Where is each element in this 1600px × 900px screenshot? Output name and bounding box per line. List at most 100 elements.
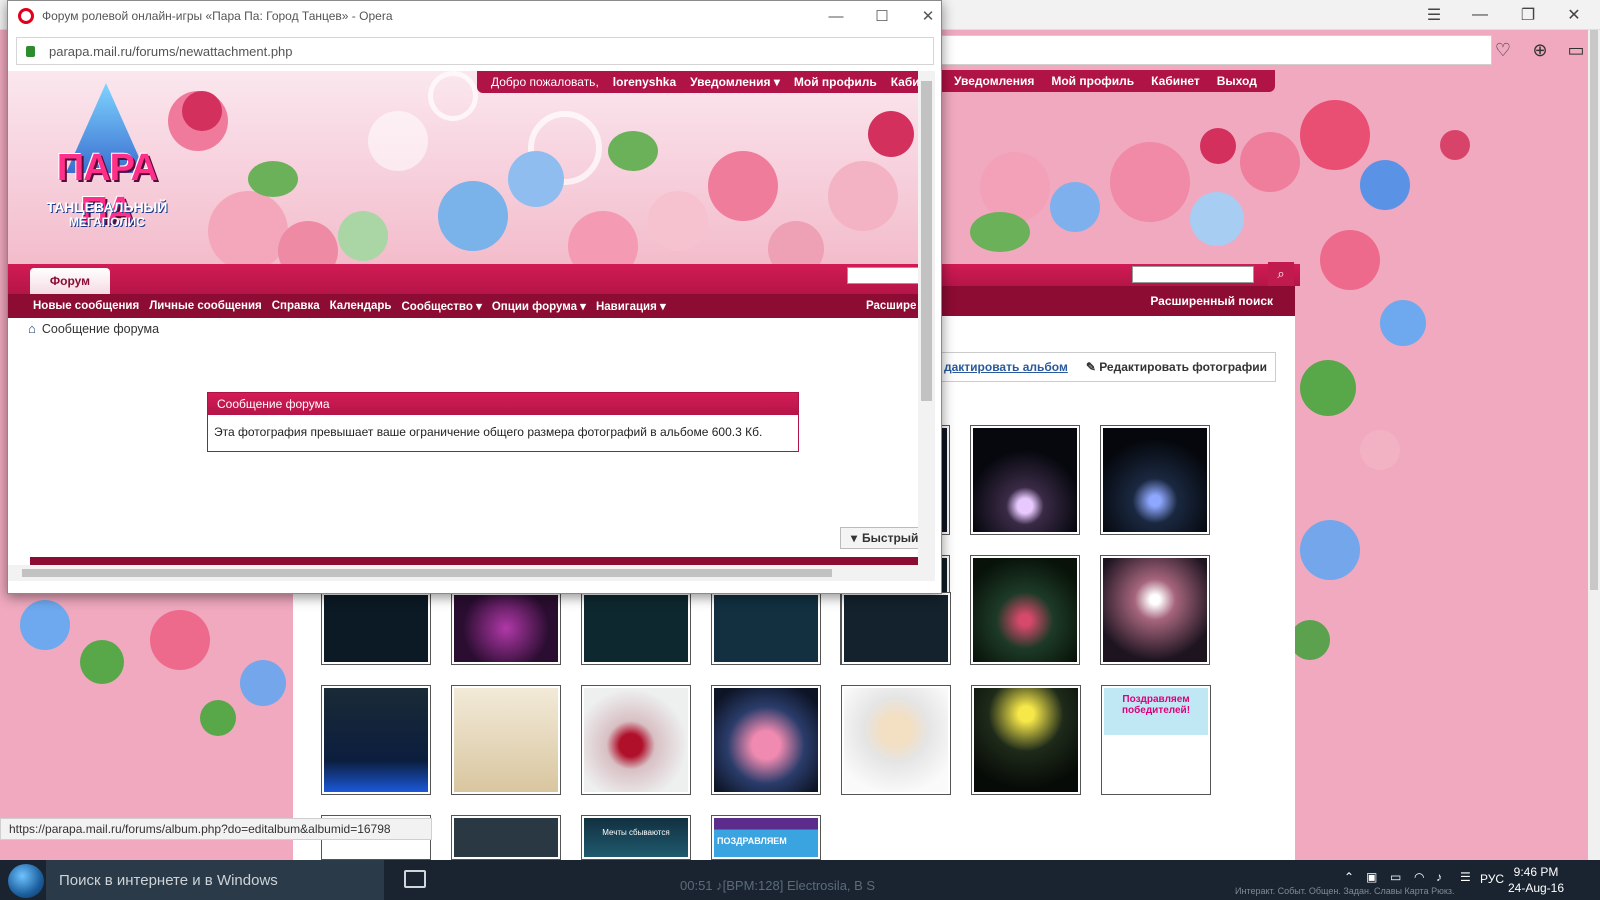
window-title: Форум ролевой онлайн-игры «Пара Па: Горо… <box>42 9 393 23</box>
task-view-icon[interactable] <box>404 870 426 888</box>
nav-community[interactable]: Сообщество ▾ <box>401 299 481 313</box>
photo-thumbnail[interactable] <box>1100 555 1210 665</box>
profile-link[interactable]: Мой профиль <box>794 75 877 89</box>
username-link[interactable]: lorenyshka <box>613 75 676 89</box>
battery-icon[interactable]: ▭ <box>1390 870 1401 884</box>
message-text: Эта фотография превышает ваше ограничени… <box>214 425 763 439</box>
nav-navigation-label: Навигация <box>595 301 657 313</box>
folder-icon[interactable]: ▣ <box>1366 870 1377 884</box>
advanced-search-link[interactable]: Расшире <box>866 300 916 312</box>
home-icon[interactable]: ⌂ <box>28 321 36 336</box>
nav-new-posts[interactable]: Новые сообщения <box>33 300 139 312</box>
nav-calendar[interactable]: Календарь <box>330 300 392 312</box>
rose <box>708 151 778 221</box>
photo-thumbnail[interactable] <box>971 685 1081 795</box>
nav-help[interactable]: Справка <box>272 300 320 312</box>
close-icon[interactable]: ✕ <box>905 1 941 31</box>
logo-subtitle-1: ТАНЦЕВАЛЬНЫЙ <box>46 199 168 215</box>
taskbar-clock[interactable]: 9:46 PM 24-Aug-16 <box>1496 864 1576 896</box>
taskbar-search[interactable]: Поиск в интернете и в Windows <box>46 860 384 900</box>
game-tray-labels: Интеракт. Событ. Общен. Задан. Славы Кар… <box>1235 886 1455 896</box>
photo-thumbnail[interactable] <box>451 815 561 860</box>
back-scrollbar[interactable] <box>1588 30 1600 860</box>
back-search-input[interactable] <box>1132 266 1254 283</box>
photo-thumbnail[interactable] <box>841 685 951 795</box>
lock-icon <box>26 45 35 57</box>
maximize-icon[interactable]: ☐ <box>859 1 905 31</box>
minimize-icon[interactable]: — <box>1458 0 1502 30</box>
notifications-icon[interactable]: ☰ <box>1460 870 1471 884</box>
restore-icon[interactable]: ❐ <box>1506 0 1550 30</box>
start-button-icon[interactable] <box>8 864 44 898</box>
photo-thumbnail[interactable]: Поздравляем победителей! <box>1101 685 1211 795</box>
anemone <box>868 111 914 157</box>
welcome-text: Добро пожаловать, <box>491 75 599 89</box>
photo-thumbnail[interactable] <box>841 592 951 665</box>
leaf <box>608 131 658 171</box>
photo-thumbnail[interactable] <box>451 685 561 795</box>
page-viewport: ПАРА ПА ТАНЦЕВАЛЬНЫЙ МЕГАПОЛИС Добро пож… <box>8 71 935 581</box>
notifications-menu[interactable]: Уведомления ▾ <box>690 75 780 89</box>
photo-thumbnail[interactable] <box>581 685 691 795</box>
rose <box>648 191 708 251</box>
back-cabinet-link[interactable]: Кабинет <box>1151 74 1200 88</box>
photo-thumbnail[interactable] <box>451 592 561 665</box>
vertical-scrollbar[interactable] <box>918 71 935 581</box>
scroll-thumb[interactable] <box>921 81 932 401</box>
bookmark-heart-icon[interactable]: ♡ <box>1489 36 1517 64</box>
photo-thumbnail[interactable] <box>1100 425 1210 535</box>
breadcrumb-current: Сообщение форума <box>41 321 160 336</box>
nav-navigation[interactable]: Навигация ▾ <box>596 299 666 313</box>
rose <box>568 211 638 264</box>
wifi-icon[interactable]: ◠ <box>1414 870 1424 884</box>
photo-thumbnail[interactable]: Мечты сбываются <box>581 815 691 860</box>
back-search-icon[interactable]: ⌕ <box>1268 262 1294 286</box>
caret-down-icon: ▾ <box>851 531 858 545</box>
caret-down-icon: ▾ <box>773 75 780 89</box>
photo-thumbnail[interactable] <box>970 425 1080 535</box>
photo-thumbnail[interactable] <box>321 592 431 665</box>
photo-thumbnail[interactable] <box>970 555 1080 665</box>
quick-label: Быстрый <box>862 531 919 545</box>
decor-shape <box>428 71 478 121</box>
battery-icon: ▭ <box>1567 39 1585 60</box>
photo-thumbnail[interactable] <box>581 592 691 665</box>
back-profile-link[interactable]: Мой профиль <box>1051 74 1134 88</box>
edit-photos-link[interactable]: ✎ Редактировать фотографии <box>1086 360 1267 374</box>
show-hidden-icons-icon[interactable]: ⌃ <box>1344 870 1354 884</box>
thumb-congrats-text: Поздравляем победителей! <box>1121 694 1191 716</box>
forum-header-banner: ПАРА ПА ТАНЦЕВАЛЬНЫЙ МЕГАПОЛИС <box>8 71 935 264</box>
tab-menu-icon[interactable]: ☰ <box>1412 0 1456 30</box>
caret-down-icon: ▾ <box>660 301 666 313</box>
parapa-logo: ПАРА ПА ТАНЦЕВАЛЬНЫЙ МЕГАПОЛИС <box>32 83 182 253</box>
nav-forum-options-label: Опции форума <box>491 301 577 313</box>
back-header-flowers <box>940 92 1300 264</box>
photo-thumbnail[interactable]: ПОЗДРАВЛЯЕМ <box>711 815 821 860</box>
address-url: parapa.mail.ru/forums/newattachment.php <box>49 43 293 59</box>
download-icon[interactable]: ⊕ <box>1526 36 1554 64</box>
horizontal-scrollbar[interactable] <box>8 565 918 581</box>
nav-private-messages[interactable]: Личные сообщения <box>149 300 262 312</box>
close-icon[interactable]: ✕ <box>1552 0 1596 30</box>
leaf <box>248 161 298 197</box>
volume-icon[interactable]: ♪ <box>1436 870 1442 884</box>
address-bar[interactable]: parapa.mail.ru/forums/newattachment.php <box>16 37 934 65</box>
back-advanced-search[interactable]: Расширенный поиск <box>940 286 1295 316</box>
tab-forum[interactable]: Форум <box>30 268 110 294</box>
caret-down-icon: ▾ <box>476 301 482 313</box>
back-logout-link[interactable]: Выход <box>1217 74 1257 88</box>
edit-album-link[interactable]: дактировать альбом <box>944 360 1068 374</box>
forget-me-not <box>508 151 564 207</box>
forum-message-box: Сообщение форума Эта фотография превышае… <box>207 392 799 452</box>
rose <box>208 191 288 264</box>
scroll-thumb[interactable] <box>22 569 832 577</box>
minimize-icon[interactable]: — <box>813 1 859 31</box>
photo-thumbnail[interactable] <box>711 685 821 795</box>
back-notifications-link[interactable]: Уведомления <box>954 74 1034 88</box>
photo-thumbnail[interactable] <box>321 685 431 795</box>
nav-forum-options[interactable]: Опции форума ▾ <box>492 299 586 313</box>
clock-time: 9:46 PM <box>1513 865 1559 879</box>
logo-subtitle-2: МЕГАПОЛИС <box>69 215 145 229</box>
back-address-bar[interactable] <box>940 35 1492 65</box>
photo-thumbnail[interactable] <box>711 592 821 665</box>
